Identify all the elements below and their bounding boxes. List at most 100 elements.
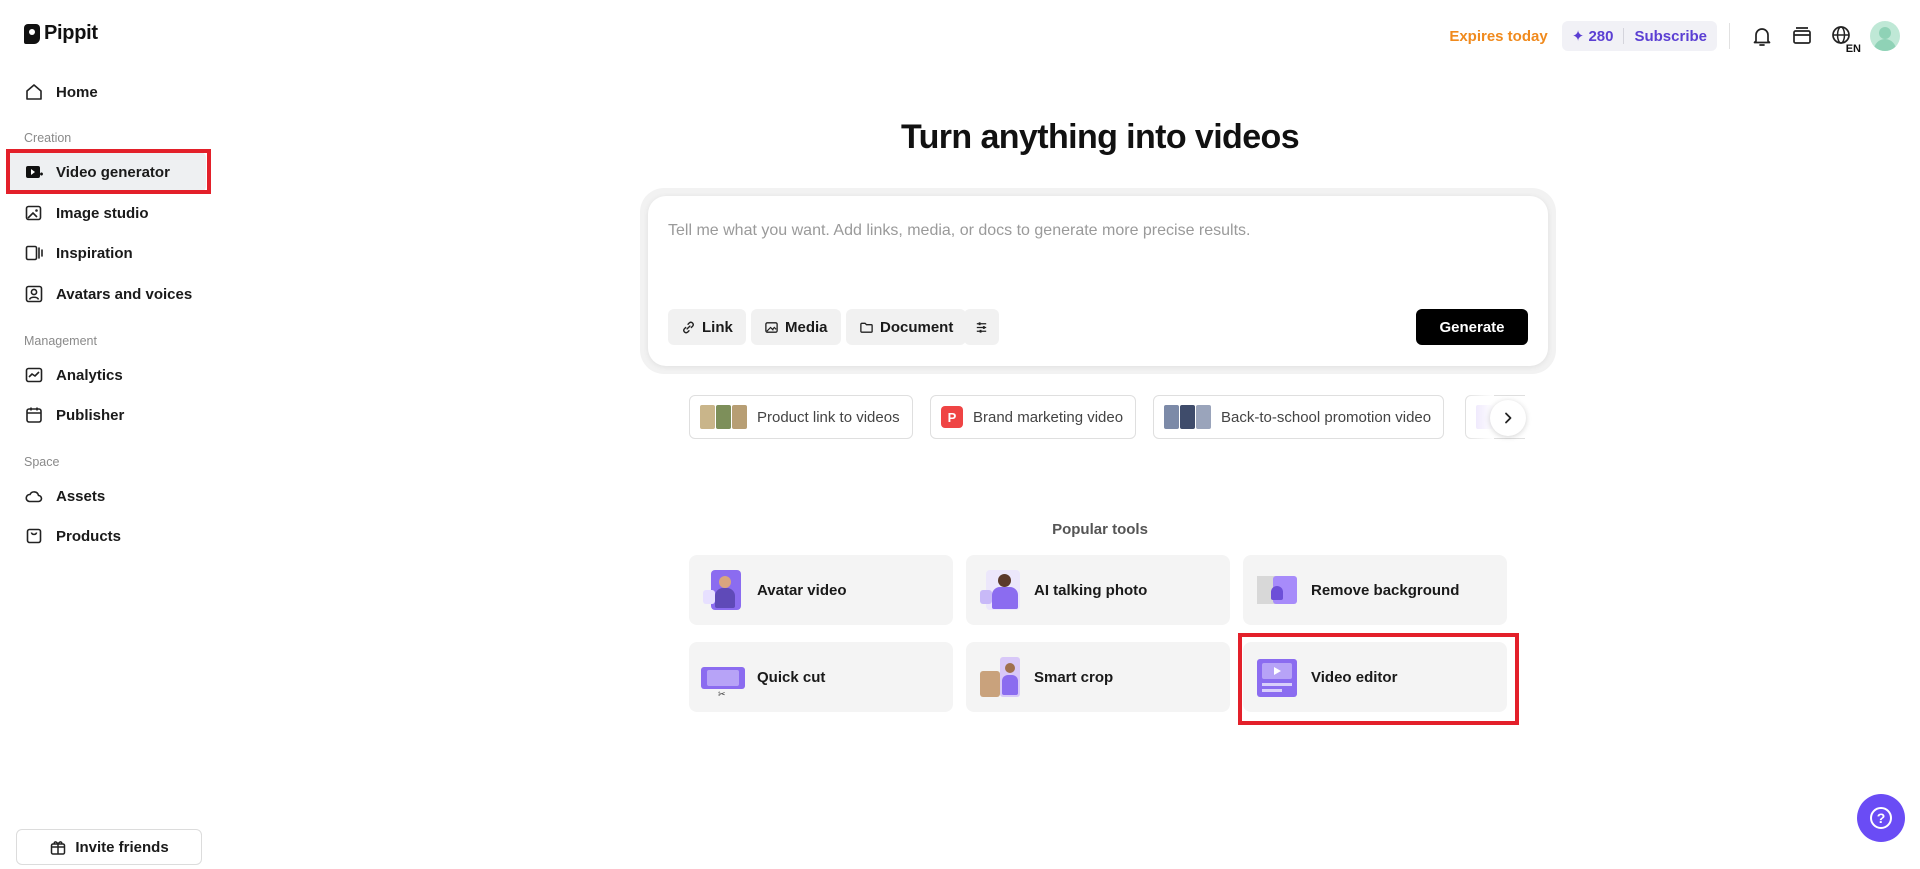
credits-divider: [1623, 28, 1625, 44]
credits-panel[interactable]: ✦ 280 Subscribe: [1561, 21, 1717, 51]
smart-crop-icon: [978, 655, 1022, 699]
remove-background-icon: [1255, 568, 1299, 612]
tool-label: Remove background: [1311, 581, 1460, 599]
suggestion-thumbnail: [700, 405, 747, 429]
header-divider: [1729, 23, 1730, 49]
section-creation: Creation: [24, 131, 72, 145]
sidebar-item-inspiration[interactable]: Inspiration: [8, 233, 206, 273]
app-name: Pippit: [44, 22, 98, 44]
tool-label: Smart crop: [1034, 668, 1114, 686]
suggestion-brand-marketing[interactable]: P Brand marketing video: [930, 395, 1137, 439]
language-code: EN: [1844, 43, 1862, 55]
tool-label: Quick cut: [757, 668, 826, 686]
sidebar-item-analytics[interactable]: Analytics: [8, 355, 206, 395]
sidebar-item-home[interactable]: Home: [8, 72, 206, 112]
link-label: Link: [702, 318, 733, 336]
section-management: Management: [24, 334, 97, 348]
user-avatar[interactable]: [1870, 21, 1900, 51]
tool-ai-talking-photo[interactable]: AI talking photo: [966, 555, 1230, 625]
prompt-input[interactable]: Tell me what you want. Add links, media,…: [668, 222, 1251, 240]
sidebar-item-publisher[interactable]: Publisher: [8, 395, 206, 435]
popular-tools-heading: Popular tools: [1052, 521, 1148, 538]
gift-icon: [51, 841, 66, 855]
tool-quick-cut[interactable]: ✂ Quick cut: [689, 642, 953, 712]
suggestion-label: Product link to videos: [757, 408, 900, 426]
sidebar-item-label: Analytics: [56, 366, 123, 384]
video-generator-icon: [26, 166, 43, 178]
analytics-icon: [25, 367, 43, 383]
sidebar-item-products[interactable]: Products: [8, 516, 206, 556]
home-icon: [26, 84, 42, 100]
top-bar: Expires today ✦ 280 Subscribe EN: [1449, 18, 1900, 55]
tool-label: Avatar video: [757, 581, 847, 599]
sidebar-item-label: Assets: [56, 487, 106, 505]
wallet-button[interactable]: [1782, 18, 1822, 54]
sidebar-item-image-studio[interactable]: Image studio: [8, 193, 206, 233]
suggestions-row: Product link to videos P Brand marketing…: [689, 395, 1525, 439]
sidebar-item-label: Publisher: [56, 406, 125, 424]
quick-cut-icon: ✂: [701, 655, 745, 699]
sidebar-item-label: Products: [56, 527, 122, 545]
pippit-logo-icon: [24, 23, 40, 44]
suggestion-label: Back-to-school promotion video: [1221, 408, 1432, 426]
tool-avatar-video[interactable]: Avatar video: [689, 555, 953, 625]
sidebar-item-label: Home: [56, 83, 98, 101]
help-icon: ?: [1870, 807, 1892, 829]
notifications-button[interactable]: [1742, 18, 1782, 54]
image-icon: [765, 321, 778, 333]
talking-photo-icon: [978, 568, 1022, 612]
sidebar-item-label: Avatars and voices: [56, 285, 193, 303]
section-space: Space: [24, 455, 60, 469]
chevron-right-icon: [1505, 412, 1512, 424]
expires-status[interactable]: Expires today: [1449, 28, 1547, 45]
tool-smart-crop[interactable]: Smart crop: [966, 642, 1230, 712]
suggestions-next-button[interactable]: [1490, 400, 1526, 436]
sidebar-item-assets[interactable]: Assets: [8, 476, 206, 516]
pippit-logo[interactable]: Pippit: [24, 22, 98, 45]
suggestion-thumbnail: [1164, 405, 1211, 429]
generate-button[interactable]: Generate: [1416, 309, 1528, 345]
sidebar-item-avatars-voices[interactable]: Avatars and voices: [8, 274, 206, 314]
link-button[interactable]: Link: [668, 309, 746, 345]
suggestion-back-to-school[interactable]: Back-to-school promotion video: [1153, 395, 1445, 439]
tool-label: AI talking photo: [1034, 581, 1148, 599]
brand-badge-icon: P: [941, 406, 963, 428]
credits-value: 280: [1588, 28, 1614, 45]
document-button[interactable]: Document: [846, 309, 967, 345]
sliders-icon: [976, 321, 987, 333]
invite-friends-button[interactable]: Invite friends: [16, 829, 202, 865]
cloud-icon: [25, 491, 43, 503]
product-box-icon: [26, 528, 42, 544]
avatar-head: [1879, 27, 1891, 39]
avatar-body: [1874, 39, 1896, 51]
tool-label: Video editor: [1311, 668, 1398, 686]
tool-remove-background[interactable]: Remove background: [1243, 555, 1507, 625]
media-label: Media: [785, 318, 828, 336]
image-studio-icon: [25, 205, 42, 221]
video-editor-icon: [1255, 655, 1299, 699]
sidebar-item-label: Inspiration: [56, 244, 133, 262]
invite-label: Invite friends: [75, 838, 169, 856]
suggestion-product-link[interactable]: Product link to videos: [689, 395, 913, 439]
sidebar-item-video-generator[interactable]: Video generator: [8, 152, 206, 192]
prompt-box[interactable]: Tell me what you want. Add links, media,…: [648, 196, 1548, 366]
folder-icon: [860, 322, 873, 333]
avatar-voice-icon: [25, 285, 43, 303]
avatar-video-icon: [701, 568, 745, 612]
subscribe-link[interactable]: Subscribe: [1634, 28, 1707, 45]
document-label: Document: [880, 318, 954, 336]
sidebar: Pippit Home Creation Video generator Ima…: [0, 0, 212, 869]
tool-video-editor[interactable]: Video editor: [1243, 642, 1507, 712]
sidebar-item-label: Video generator: [56, 163, 170, 181]
page-title: Turn anything into videos: [212, 118, 1920, 157]
calendar-icon: [26, 407, 42, 423]
settings-button[interactable]: [964, 309, 999, 345]
inspiration-icon: [25, 245, 43, 261]
headline-text: Turn anything into videos: [900, 118, 1300, 156]
media-button[interactable]: Media: [751, 309, 841, 345]
help-button[interactable]: ?: [1857, 794, 1905, 842]
link-icon: [683, 321, 694, 333]
wallet-icon: [1793, 27, 1811, 44]
language-button[interactable]: EN: [1822, 18, 1862, 55]
suggestion-label: Brand marketing video: [973, 408, 1124, 426]
